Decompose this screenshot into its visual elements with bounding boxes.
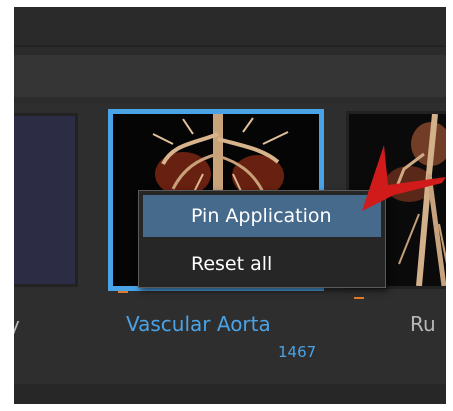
thumbnail-marker: [354, 297, 364, 299]
toolbar: [14, 55, 446, 97]
thumbnail-marker: [118, 291, 128, 293]
thumbnail-label[interactable]: Ru: [410, 312, 436, 336]
thumbnail-label-selected[interactable]: Vascular Aorta: [126, 312, 271, 336]
application-window: y Vascular Aorta 1467 Ru Pin Application…: [14, 7, 446, 404]
gallery-footer: [14, 384, 446, 404]
thumbnail-count: 1467: [278, 343, 317, 361]
thumbnail-label[interactable]: y: [14, 313, 20, 337]
context-menu: Pin Application Reset all: [138, 190, 386, 288]
title-bar: [14, 7, 446, 45]
menu-item-reset-all[interactable]: Reset all: [143, 243, 381, 285]
divider: [14, 45, 446, 47]
menu-item-pin-application[interactable]: Pin Application: [143, 195, 381, 237]
red-arrow-pointer-icon: [362, 145, 446, 211]
app-thumbnail-previous[interactable]: [14, 113, 78, 287]
